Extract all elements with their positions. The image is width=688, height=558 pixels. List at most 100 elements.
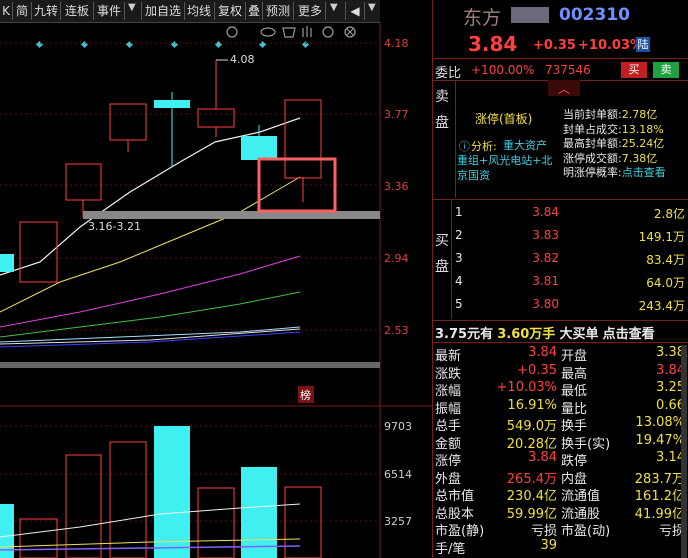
seal-stats: 当前封单额:2.78亿 封单占成交:13.18% 最高封单额:25.24亿 涨停… (563, 108, 687, 181)
seal-stat-value: 2.78亿 (621, 108, 658, 121)
price-tick: 2.53 (384, 324, 409, 337)
quote-label: 市盈(动) (561, 524, 611, 539)
toolbar-more-button[interactable]: 更多 (295, 2, 326, 20)
volume-tick: 3257 (384, 515, 412, 528)
stock-name: 东方 (463, 7, 502, 29)
price-change-pct: +10.03% (578, 38, 644, 53)
quote-label: 金额 (435, 436, 462, 452)
price-tick: 3.36 (384, 180, 409, 193)
quote-label: 换手(实) (561, 436, 611, 452)
volume-bar (154, 426, 190, 558)
toolbar-event-button[interactable]: 事件 (94, 2, 125, 20)
quote-row: 涨停 3.84 跌停 3.14 (435, 450, 687, 469)
hand-icon (302, 26, 312, 37)
quote-value: 549.0万 (506, 419, 557, 434)
event-markers (35, 40, 310, 49)
quote-label: 市盈(静) (435, 524, 485, 539)
quote-value: 3.84 (528, 345, 557, 360)
toolbar-lianban-button[interactable]: 连板 (61, 2, 94, 20)
quote-label: 涨停 (435, 454, 462, 469)
big-order-text: 大买单 (559, 327, 599, 342)
quote-label: 流通股 (561, 506, 601, 522)
quote-value: +0.35 (517, 362, 557, 378)
kline-chart[interactable]: 4.18 3.77 3.36 2.94 2.53 3.16-3.21 4.08 … (0, 22, 432, 558)
volume-bar (19, 518, 58, 558)
high-label: 4.08 (230, 53, 255, 66)
volume-tick: 6514 (384, 468, 412, 481)
quote-row: 涨幅 +10.03% 最低 3.25 (435, 380, 687, 399)
big-order-link[interactable]: 点击查看 (603, 327, 655, 342)
toolbar-forecast-button[interactable]: 预测 (263, 2, 294, 20)
toolbar-adjust-button[interactable]: 复权 (215, 2, 246, 20)
settings-icon (226, 26, 238, 38)
more-dropdown-icon[interactable]: ▼ (330, 2, 338, 13)
quote-label: 最高 (561, 366, 588, 382)
quote-label: 内盘 (561, 471, 588, 487)
price-tick: 4.18 (384, 37, 409, 50)
buy-volume: 83.4万 (646, 253, 685, 267)
quote-row: 涨跌 +0.35 最高 3.84 (435, 362, 687, 382)
trash-icon (282, 27, 296, 38)
toolbar-jiuzhuan-button[interactable]: 九转 (32, 2, 61, 20)
candle (197, 108, 235, 128)
buy-volume: 64.0万 (646, 276, 685, 290)
big-order-amount: 3.60万手 (497, 327, 556, 342)
add-watchlist-button[interactable]: 加自选 (141, 2, 185, 20)
toolbar-simple-button[interactable]: 简 (13, 2, 32, 20)
seal-stat-label: 明涨停概率: (563, 166, 622, 179)
collapse-button[interactable]: ◀ (345, 2, 365, 20)
volume-tick: 9703 (384, 420, 412, 433)
quote-value: 19.47% (635, 432, 685, 448)
expand-chevron-icon[interactable]: ︿ (548, 80, 580, 96)
candle (65, 163, 102, 201)
quote-row: 总股本 59.99亿 流通股 41.99亿 (435, 503, 687, 522)
clock-icon (322, 26, 334, 38)
quote-scrollbar[interactable] (681, 345, 687, 558)
quote-value: 265.4万 (506, 471, 557, 487)
quote-label: 最新 (435, 349, 462, 364)
event-dropdown-icon[interactable]: ▼ (128, 2, 136, 13)
seal-stat-label: 当前封单额: (563, 108, 622, 121)
quote-value: 3.84 (528, 450, 557, 465)
buy-level: 5 (455, 297, 463, 311)
analysis-text[interactable]: 重大资产重组+风光电站+北京国资 (457, 138, 557, 183)
big-order-bar: 3.75元有 3.60万手 大买单 点击查看 (435, 323, 655, 342)
lower-band (0, 362, 380, 368)
buy-button[interactable]: 买 (621, 62, 647, 78)
quote-value: 283.7万 (634, 471, 685, 487)
toolbar-ma-button[interactable]: 均线 (184, 2, 215, 20)
buy-row: 2 3.83 149.1万 (453, 228, 687, 251)
buy-row: 4 3.81 64.0万 (453, 274, 687, 297)
quote-value: +10.03% (496, 380, 557, 395)
toolbar-k-button[interactable]: K (0, 2, 13, 20)
probability-link[interactable]: 点击查看 (622, 166, 666, 179)
quote-label: 振幅 (435, 401, 462, 417)
quote-label: 开盘 (561, 349, 588, 364)
seal-stat-value: 7.38亿 (621, 151, 658, 165)
volume-bars (0, 426, 322, 558)
quote-panel: 东方 002310 3.84 +0.35 +10.03% 陆 委比 +100.0… (432, 0, 688, 558)
quote-label: 总股本 (435, 506, 475, 522)
quote-row: 振幅 16.91% 量比 0.66 (435, 397, 687, 417)
quote-value: 13.08% (635, 415, 685, 430)
buy-row: 1 3.84 2.8亿 (453, 205, 687, 228)
quote-value: 亏损 (530, 524, 557, 539)
toolbar-overlay-button[interactable]: 叠 (246, 2, 263, 20)
quote-row: 市盈(静) 亏损 市盈(动) 亏损 (435, 520, 687, 539)
chart-tools[interactable] (226, 26, 356, 38)
buy-level: 2 (455, 228, 463, 242)
buy-price: 3.83 (532, 228, 559, 242)
quote-value: 16.91% (507, 397, 557, 413)
volume-bar (65, 454, 102, 558)
quote-label: 手/笔 (435, 541, 466, 557)
toolbar-menu-icon[interactable]: ▼ (368, 2, 376, 13)
quote-value: 20.28亿 (506, 436, 557, 452)
name-mask (511, 7, 549, 23)
candle (284, 99, 322, 179)
seal-stat-label: 最高封单额: (563, 137, 622, 150)
sell-button[interactable]: 卖 (653, 62, 679, 78)
volume-bar (109, 441, 147, 558)
quote-row: 外盘 265.4万 内盘 283.7万 (435, 468, 687, 487)
stock-code: 002310 (559, 5, 630, 25)
buy-price: 3.81 (532, 274, 559, 288)
